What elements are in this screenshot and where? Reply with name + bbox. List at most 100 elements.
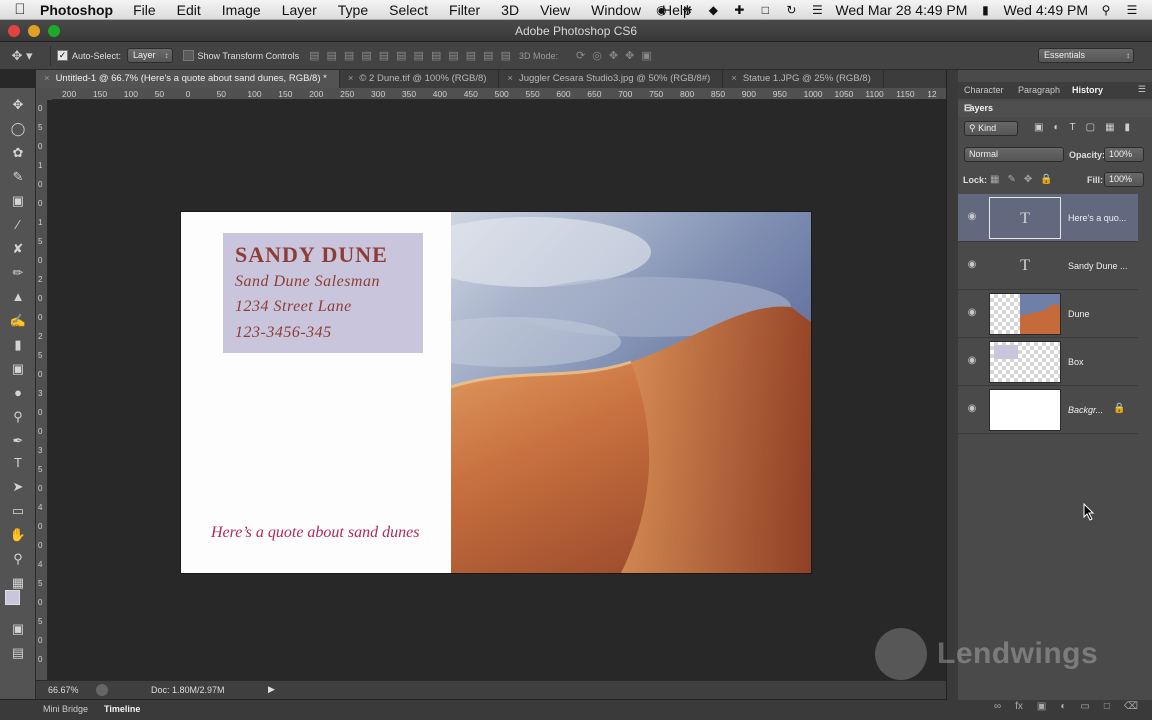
doc-tab-untitled[interactable]: × Untitled-1 @ 66.7% (Here's a quote abou… — [36, 70, 340, 88]
wifi-icon[interactable]: ☰ — [809, 3, 825, 17]
layer-name[interactable]: Here's a quo... — [1068, 213, 1126, 223]
paint-bucket-tool-icon[interactable]: ▣ — [6, 358, 30, 380]
close-tab-icon[interactable]: × — [731, 73, 737, 84]
layer-name[interactable]: Dune — [1068, 309, 1090, 319]
zoom-tool-icon[interactable]: ⚲ — [6, 548, 30, 570]
fill-field[interactable]: 100% — [1104, 172, 1144, 187]
clone-stamp-tool-icon[interactable]: ▲ — [6, 286, 30, 308]
lock-all-icon[interactable]: 🔒 — [1040, 174, 1052, 185]
lock-transparent-icon[interactable]: ▦ — [990, 174, 999, 185]
distribute-right-icon[interactable]: ▤ — [501, 49, 511, 62]
3d-drag-icon[interactable]: ✥ — [609, 49, 618, 62]
status-menu-arrow-icon[interactable]: ▶ — [268, 684, 275, 695]
hand-tool-icon[interactable]: ✋ — [6, 524, 30, 546]
apple-menu-icon[interactable]:  — [0, 1, 40, 18]
show-transform-checkbox[interactable] — [182, 50, 194, 61]
align-hcenter-icon[interactable]: ▤ — [379, 49, 389, 62]
brush-tool-icon[interactable]: ✏ — [6, 262, 30, 284]
adjustment-filter-icon[interactable]: ◐ — [1053, 122, 1059, 133]
menu-app-name[interactable]: Photoshop — [40, 2, 113, 18]
eye-icon[interactable]: ◉ — [966, 212, 978, 222]
dune-photo-layer[interactable] — [451, 212, 811, 573]
new-layer-icon[interactable]: □ — [1104, 701, 1110, 717]
layer-name[interactable]: Backgr... — [1068, 405, 1103, 415]
tab-character[interactable]: Character — [964, 85, 1004, 95]
layer-row-box[interactable]: ◉ Box — [958, 338, 1138, 386]
tab-history[interactable]: History — [1072, 85, 1103, 95]
clipboard-icon[interactable]: □ — [757, 3, 773, 17]
align-top-icon[interactable]: ▤ — [309, 49, 319, 62]
gear-icon[interactable]: ❋ — [679, 3, 695, 17]
layer-style-icon[interactable]: fx — [1015, 701, 1023, 717]
menu-image[interactable]: Image — [222, 2, 261, 18]
layer-name[interactable]: Sandy Dune ... — [1068, 261, 1128, 271]
quick-selection-tool-icon[interactable]: ✎ — [6, 166, 30, 188]
foreground-color-swatch[interactable] — [5, 590, 20, 605]
link-layers-icon[interactable]: ∞ — [994, 701, 1001, 717]
menu-layer[interactable]: Layer — [282, 2, 317, 18]
align-right-icon[interactable]: ▤ — [396, 49, 406, 62]
doc-tab-juggler[interactable]: × Juggler Cesara Studio3.jpg @ 50% (RGB/8… — [499, 70, 724, 88]
distribute-hcenter-icon[interactable]: ▤ — [483, 49, 493, 62]
eye-icon[interactable]: ◉ — [966, 308, 978, 318]
type-filter-icon[interactable]: T — [1070, 122, 1076, 133]
opacity-field[interactable]: 100% — [1104, 147, 1144, 162]
3d-rotate-icon[interactable]: ⟳ — [576, 49, 585, 62]
doc-tab-statue[interactable]: × Statue 1.JPG @ 25% (RGB/8) — [723, 70, 884, 88]
dodge-tool-icon[interactable]: ⚲ — [6, 406, 30, 428]
menu-filter[interactable]: Filter — [449, 2, 480, 18]
layer-row-quote[interactable]: ◉ T Here's a quo... — [958, 194, 1138, 242]
crop-tool-icon[interactable]: ▣ — [6, 190, 30, 212]
new-group-icon[interactable]: ▭ — [1080, 701, 1089, 717]
eye-icon[interactable]: ◉ — [966, 260, 978, 270]
shape-filter-icon[interactable]: ▢ — [1086, 122, 1095, 133]
adjustment-layer-icon[interactable]: ◐ — [1060, 701, 1066, 717]
lock-position-icon[interactable]: ✥ — [1024, 174, 1032, 185]
move-tool-preset-icon[interactable]: ✥ ▾ — [0, 48, 44, 64]
vertical-ruler[interactable]: 0 5 0 1 0 0 1 5 0 2 0 0 2 5 0 3 0 0 3 5 0 4 0 0 4 5 0 5 0 0 — [36, 100, 48, 680]
filter-toggle-icon[interactable]: ▮ — [1125, 122, 1131, 133]
distribute-bottom-icon[interactable]: ▤ — [448, 49, 458, 62]
healing-brush-tool-icon[interactable]: ✘ — [6, 238, 30, 260]
card-title-text[interactable]: Sand Dune Salesman — [235, 273, 380, 291]
menubar-date-clock[interactable]: Wed Mar 28 4:49 PM — [835, 2, 967, 18]
layer-name[interactable]: Box — [1068, 357, 1084, 367]
doc-tab-dune[interactable]: × © 2 Dune.tif @ 100% (RGB/8) — [340, 70, 500, 88]
menu-window[interactable]: Window — [591, 2, 641, 18]
ruler-corner[interactable] — [36, 88, 52, 100]
lasso-tool-icon[interactable]: ✿ — [6, 142, 30, 164]
plus-icon[interactable]: ✚ — [731, 3, 747, 17]
tab-timeline[interactable]: Timeline — [104, 704, 140, 714]
lock-image-icon[interactable]: ✎ — [1007, 174, 1015, 185]
menubar-time-clock[interactable]: Wed 4:49 PM — [1003, 2, 1088, 18]
align-left-icon[interactable]: ▤ — [361, 49, 371, 62]
align-bottom-icon[interactable]: ▤ — [344, 49, 354, 62]
dropbox-icon[interactable]: ◆ — [705, 3, 721, 17]
card-phone-text[interactable]: 123-3456-345 — [235, 324, 332, 342]
spotlight-search-icon[interactable]: ⚲ — [1098, 3, 1114, 17]
layer-row-sandy-dune[interactable]: ◉ T Sandy Dune ... — [958, 242, 1138, 290]
align-vcenter-icon[interactable]: ▤ — [327, 49, 337, 62]
menu-file[interactable]: File — [133, 2, 156, 18]
panel-menu-icon[interactable]: ☰ — [1138, 84, 1146, 95]
notification-list-icon[interactable]: ☰ — [1124, 3, 1140, 17]
eraser-tool-icon[interactable]: ▮ — [6, 334, 30, 356]
tab-mini-bridge[interactable]: Mini Bridge — [43, 704, 88, 714]
quick-mask-icon[interactable]: ▣ — [6, 618, 30, 640]
3d-roll-icon[interactable]: ◎ — [592, 49, 602, 62]
distribute-vcenter-icon[interactable]: ▤ — [431, 49, 441, 62]
proof-status-icon[interactable] — [96, 684, 108, 696]
marquee-tool-icon[interactable]: ◯ — [6, 118, 30, 140]
battery-icon[interactable]: ▮ — [977, 3, 993, 17]
add-mask-icon[interactable]: ▣ — [1037, 701, 1046, 717]
layers-panel-menu-icon[interactable]: ☰ — [964, 103, 1146, 114]
type-tool-icon[interactable]: T — [6, 452, 30, 474]
tab-paragraph[interactable]: Paragraph — [1018, 85, 1060, 95]
history-brush-tool-icon[interactable]: ✍ — [6, 310, 30, 332]
path-selection-tool-icon[interactable]: ➤ — [6, 476, 30, 498]
menu-select[interactable]: Select — [389, 2, 428, 18]
move-tool-icon[interactable]: ✥ — [6, 94, 30, 116]
menu-edit[interactable]: Edit — [177, 2, 201, 18]
layer-row-background[interactable]: ◉ Backgr... 🔒 — [958, 386, 1138, 434]
menu-view[interactable]: View — [540, 2, 570, 18]
